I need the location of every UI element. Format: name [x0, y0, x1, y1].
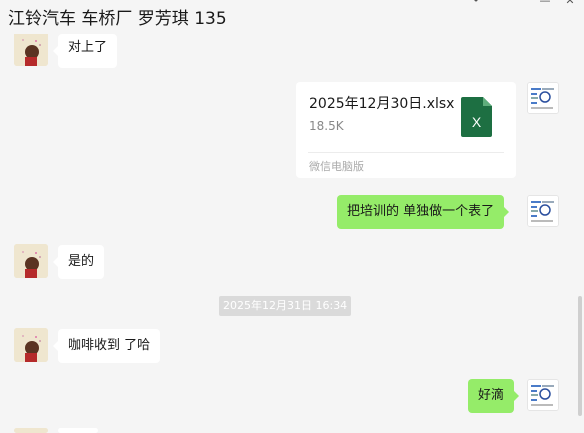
message-bubble[interactable]: 是的 [52, 245, 105, 279]
chat-timestamp: 2025年12月31日 16:34 [219, 296, 352, 316]
minimize-icon[interactable]: — [538, 0, 552, 8]
file-card-divider [308, 152, 504, 153]
contact-avatar-image [14, 32, 48, 66]
my-avatar-image [528, 83, 558, 113]
excel-icon: X [461, 97, 492, 137]
file-name: 2025年12月30日.xlsx [309, 96, 455, 112]
message-text: 是的 [68, 254, 95, 269]
contact-avatar[interactable] [14, 244, 48, 278]
chat-title: 江铃汽车 车桥厂 罗芳琪 135 [8, 9, 227, 29]
file-size: 18.5K [309, 119, 344, 133]
contact-avatar-image [14, 244, 48, 278]
my-avatar[interactable] [527, 195, 559, 227]
file-message-card[interactable]: 2025年12月30日.xlsx 18.5K X 微信电脑版 [296, 82, 516, 178]
contact-avatar[interactable] [14, 428, 48, 433]
chat-header: 江铃汽车 车桥厂 罗芳琪 135 • — ✕ [0, 0, 584, 34]
message-bubble[interactable]: 咖啡收到 了哈 [52, 329, 161, 363]
message-text: 好滴 [478, 388, 505, 403]
more-icon[interactable]: • [469, 0, 483, 8]
my-avatar[interactable] [527, 82, 559, 114]
contact-avatar-image [14, 328, 48, 362]
file-source-label: 微信电脑版 [309, 160, 364, 173]
my-avatar-image [528, 196, 558, 226]
excel-icon-letter: X [472, 114, 482, 130]
message-text: 把培训的 单独做一个表了 [347, 204, 495, 219]
message-text: 咖啡收到 了哈 [68, 338, 151, 353]
chat-scrollbar[interactable] [578, 296, 582, 416]
my-avatar[interactable] [527, 379, 559, 411]
message-bubble[interactable] [58, 428, 98, 433]
contact-avatar[interactable] [14, 328, 48, 362]
close-icon[interactable]: ✕ [563, 0, 577, 8]
my-avatar-image [528, 380, 558, 410]
message-bubble[interactable]: 把培训的 单独做一个表了 [337, 195, 510, 229]
message-bubble[interactable]: 好滴 [468, 379, 520, 413]
contact-avatar[interactable] [14, 32, 48, 66]
message-text: 对上了 [68, 40, 108, 55]
message-bubble[interactable]: 对上了 [52, 34, 118, 68]
